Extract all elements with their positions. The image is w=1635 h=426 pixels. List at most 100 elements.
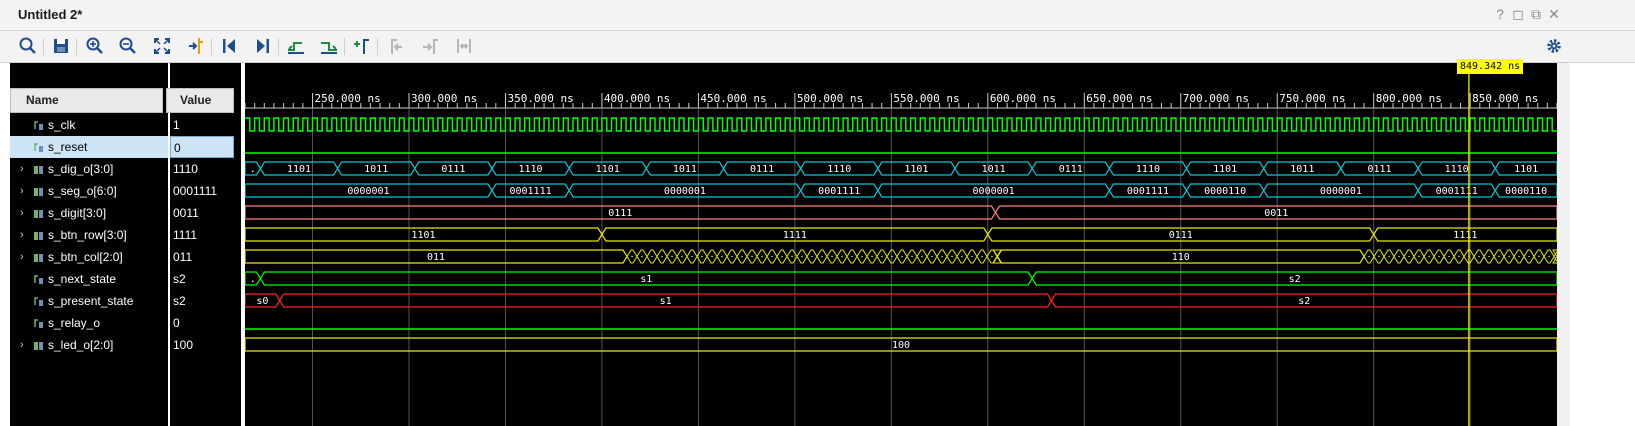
bus-value-dot (721, 255, 723, 258)
zoom-in-icon[interactable] (83, 34, 107, 58)
signal-value[interactable]: 100 (170, 334, 234, 356)
chevron-right-icon[interactable]: › (20, 224, 24, 246)
signal-name-cell[interactable]: s_reset (10, 136, 168, 158)
time-tick-label: 400.000 ns (604, 92, 670, 105)
bus-value-label: 0001111 (818, 186, 860, 197)
signal-name-cell[interactable]: › s_digit[3:0] (10, 202, 168, 224)
bus-value-label: 0001111 (509, 186, 551, 197)
go-to-cursor-icon[interactable] (184, 34, 208, 58)
signal-value[interactable]: 0 (170, 136, 234, 158)
go-to-last-time-icon[interactable] (251, 34, 275, 58)
next-marker-icon[interactable] (418, 34, 442, 58)
name-column-header[interactable]: Name (10, 88, 163, 113)
bus-value-dot (941, 255, 943, 258)
gear-icon[interactable] (1542, 34, 1566, 58)
bus-value-label: . (250, 164, 256, 175)
bus-value-dot (921, 255, 923, 258)
bus-value-label: 0000001 (664, 186, 706, 197)
value-column-header[interactable]: Value (166, 88, 234, 113)
chevron-right-icon[interactable]: › (20, 202, 24, 224)
signal-name-cell[interactable]: › s_dig_o[3:0] (10, 158, 168, 180)
next-transition-icon[interactable] (317, 34, 341, 58)
signal-value[interactable]: s2 (170, 268, 234, 290)
add-marker-icon[interactable] (350, 34, 374, 58)
bus-value-dot (631, 255, 633, 258)
signal-name: s_btn_row[3:0] (48, 228, 127, 242)
waveform-canvas[interactable]: 250.000 ns 300.000 ns 350.000 ns 400.000 ns… (245, 63, 1557, 426)
bus-value-dot (901, 255, 903, 258)
vertical-scrollbar[interactable] (1557, 63, 1570, 426)
signal-name-cell[interactable]: › s_btn_col[2:0] (10, 246, 168, 268)
bus-value-dot (971, 255, 973, 258)
bit-icon (34, 275, 43, 284)
signal-name-cell[interactable]: › s_seg_o[6:0] (10, 180, 168, 202)
bus-value-label: s2 (1289, 274, 1301, 285)
bus-value-dot (691, 255, 693, 258)
signal-name-cell[interactable]: s_next_state (10, 268, 168, 290)
zoom-fit-icon[interactable] (150, 34, 174, 58)
bus-value-label: s1 (640, 274, 652, 285)
bus-value-dot (1508, 255, 1510, 258)
time-tick-label: 600.000 ns (990, 92, 1056, 105)
toolbar-separator (43, 38, 44, 55)
restore-button[interactable]: ◻ (1510, 5, 1526, 23)
title-bar: Untitled 2* ? ◻ ⧉ ✕ (0, 0, 1635, 31)
swap-cursors-icon[interactable] (452, 34, 476, 58)
bus-value-label: 1011 (1290, 164, 1314, 175)
close-button[interactable]: ✕ (1546, 5, 1562, 23)
bus-value-dot (881, 255, 883, 258)
bus-value-dot (1528, 255, 1530, 258)
bus-value-dot (1548, 255, 1550, 258)
signal-value[interactable]: 0 (170, 312, 234, 334)
signal-value[interactable]: 1111 (170, 224, 234, 246)
bus-value-label: 100 (892, 340, 910, 351)
left-gutter (0, 63, 10, 426)
signal-value[interactable]: s2 (170, 290, 234, 312)
zoom-out-icon[interactable] (116, 34, 140, 58)
signal-name-cell[interactable]: › s_led_o[2:0] (10, 334, 168, 356)
bus-value-label: s2 (1298, 296, 1310, 307)
chevron-right-icon[interactable]: › (20, 158, 24, 180)
signal-value[interactable]: 0011 (170, 202, 234, 224)
signal-name-cell[interactable]: › s_btn_row[3:0] (10, 224, 168, 246)
bus-value-dot (651, 255, 653, 258)
save-icon[interactable] (49, 34, 73, 58)
signal-name: s_reset (48, 140, 88, 154)
window-title: Untitled 2* (18, 7, 83, 22)
time-tick-label: 650.000 ns (1086, 92, 1152, 105)
bus-value-dot (771, 255, 773, 258)
signal-value[interactable]: 011 (170, 246, 234, 268)
bus-value-label: 1011 (982, 164, 1006, 175)
previous-marker-icon[interactable] (384, 34, 408, 58)
bus-value-dot (1418, 255, 1420, 258)
chevron-right-icon[interactable]: › (20, 334, 24, 356)
toolbar-separator (344, 38, 345, 55)
signal-value[interactable]: 0001111 (170, 180, 234, 202)
chevron-right-icon[interactable]: › (20, 246, 24, 268)
time-tick-label: 450.000 ns (700, 92, 766, 105)
bus-value-label: 1101 (596, 164, 620, 175)
signal-value[interactable]: 1 (170, 114, 234, 136)
signal-name-cell[interactable]: s_present_state (10, 290, 168, 312)
time-tick-label: 250.000 ns (315, 92, 381, 105)
bit-icon (34, 121, 43, 130)
signal-name-cell[interactable]: s_relay_o (10, 312, 168, 334)
float-button[interactable]: ⧉ (1528, 5, 1544, 23)
bus-value-dot (701, 255, 703, 258)
previous-transition-icon[interactable] (284, 34, 308, 58)
help-button[interactable]: ? (1492, 5, 1508, 23)
toolbar-separator (377, 38, 378, 55)
search-icon[interactable] (16, 34, 40, 58)
signal-name: s_relay_o (48, 316, 101, 330)
chevron-right-icon[interactable]: › (20, 180, 24, 202)
signal-value[interactable]: 1110 (170, 158, 234, 180)
bus-value-dot (1398, 255, 1400, 258)
bus-value-dot (711, 255, 713, 258)
go-to-time-zero-icon[interactable] (217, 34, 241, 58)
bus-value-dot (641, 255, 643, 258)
signal-name-cell[interactable]: s_clk (10, 114, 168, 136)
time-tick-label: 500.000 ns (797, 92, 863, 105)
bus-value-dot (871, 255, 873, 258)
signal-name: s_next_state (48, 272, 117, 286)
bus-value-dot (851, 255, 853, 258)
